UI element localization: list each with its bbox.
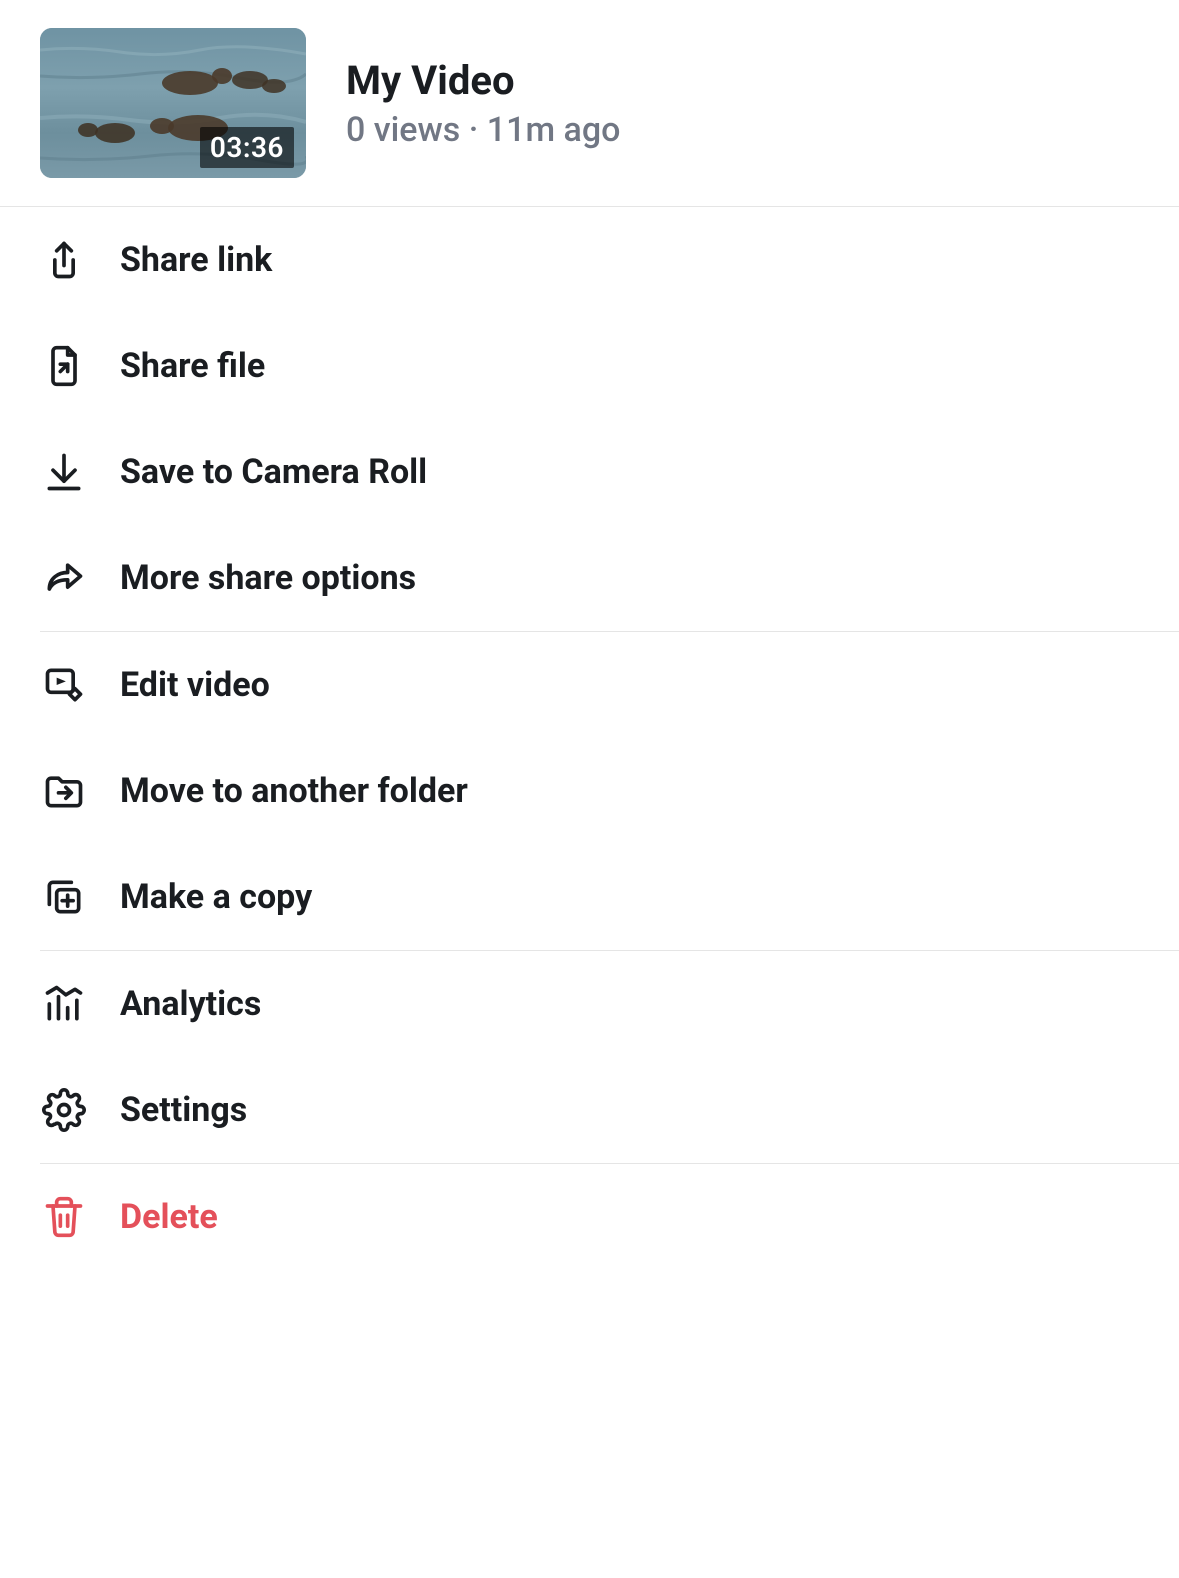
- settings-icon: [40, 1086, 88, 1134]
- duration-badge: 03:36: [200, 127, 294, 168]
- trash-icon: [40, 1193, 88, 1241]
- save-camera-roll-item[interactable]: Save to Camera Roll: [40, 419, 1179, 525]
- meta-separator: ·: [460, 110, 487, 150]
- video-header: 03:36 My Video 0 views · 11m ago: [0, 0, 1179, 207]
- settings-label: Settings: [120, 1090, 247, 1130]
- share-link-label: Share link: [120, 240, 272, 280]
- more-share-item[interactable]: More share options: [40, 525, 1179, 631]
- move-folder-item[interactable]: Move to another folder: [40, 738, 1179, 844]
- more-share-label: More share options: [120, 558, 416, 598]
- copy-icon: [40, 873, 88, 921]
- share-link-icon: [40, 236, 88, 284]
- share-file-icon: [40, 342, 88, 390]
- video-time-ago: 11m ago: [487, 110, 621, 150]
- share-link-item[interactable]: Share link: [40, 207, 1179, 313]
- action-menu: Share link Share file Save to Camera Rol…: [0, 207, 1179, 1270]
- settings-item[interactable]: Settings: [40, 1057, 1179, 1163]
- analytics-label: Analytics: [120, 984, 261, 1024]
- make-copy-label: Make a copy: [120, 877, 312, 917]
- delete-item[interactable]: Delete: [40, 1164, 1179, 1270]
- move-folder-icon: [40, 767, 88, 815]
- save-camera-roll-label: Save to Camera Roll: [120, 452, 427, 492]
- delete-label: Delete: [120, 1197, 218, 1237]
- video-meta: My Video 0 views · 11m ago: [346, 57, 620, 150]
- edit-video-item[interactable]: Edit video: [40, 632, 1179, 738]
- share-arrow-icon: [40, 554, 88, 602]
- move-folder-label: Move to another folder: [120, 771, 468, 811]
- video-views: 0 views: [346, 110, 460, 150]
- analytics-icon: [40, 980, 88, 1028]
- share-file-item[interactable]: Share file: [40, 313, 1179, 419]
- video-subtitle: 0 views · 11m ago: [346, 110, 620, 150]
- video-title: My Video: [346, 57, 620, 104]
- share-file-label: Share file: [120, 346, 265, 386]
- analytics-item[interactable]: Analytics: [40, 951, 1179, 1057]
- edit-video-icon: [40, 661, 88, 709]
- make-copy-item[interactable]: Make a copy: [40, 844, 1179, 950]
- video-thumbnail[interactable]: 03:36: [40, 28, 306, 178]
- download-icon: [40, 448, 88, 496]
- edit-video-label: Edit video: [120, 665, 270, 705]
